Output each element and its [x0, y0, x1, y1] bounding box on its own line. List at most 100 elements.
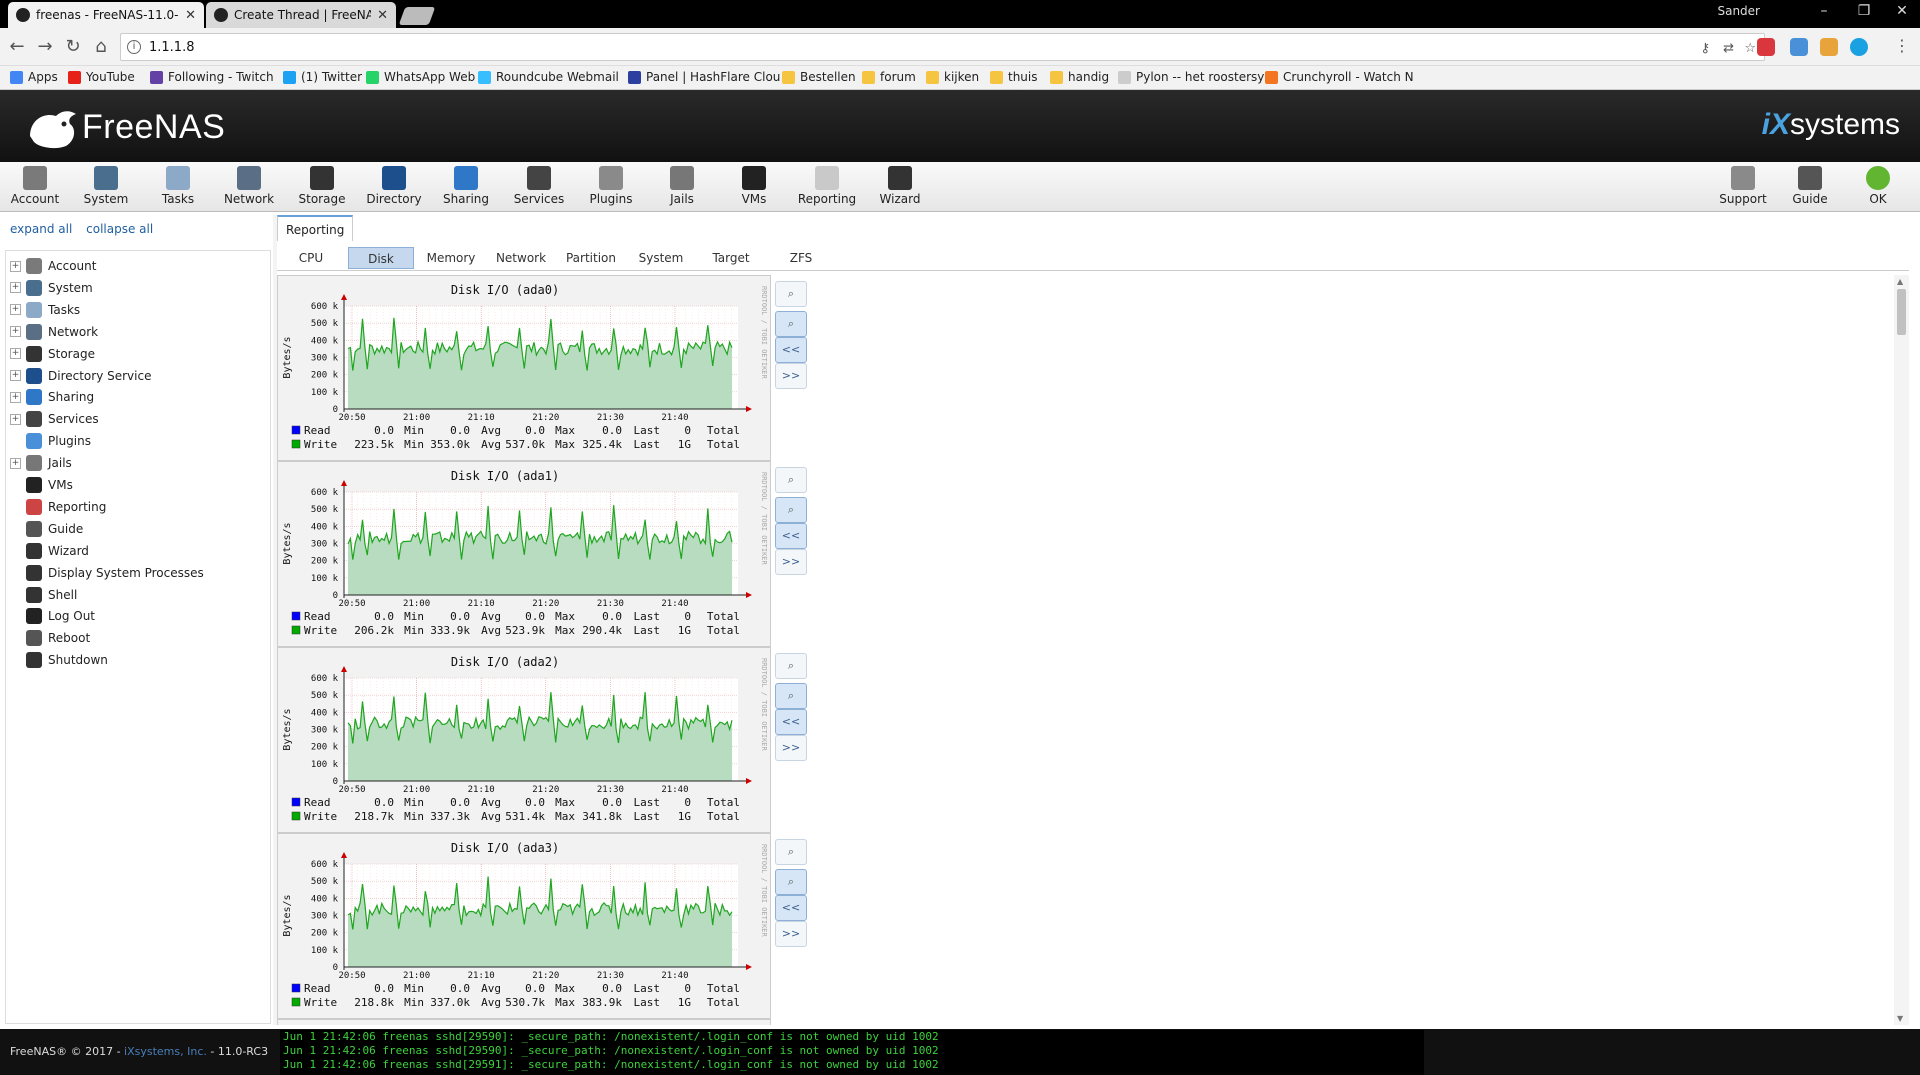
scroll-down-icon[interactable]: ▼ [1897, 1014, 1903, 1023]
tree-item-display-system-processes[interactable]: Display System Processes [10, 563, 204, 583]
expand-icon[interactable]: + [10, 348, 21, 360]
zoom-out-button[interactable]: ⌕ [775, 311, 807, 337]
new-tab-button[interactable] [398, 7, 436, 25]
home-icon[interactable]: ⌂ [90, 36, 112, 57]
tree-item-jails[interactable]: + Jails [10, 453, 72, 473]
bookmark-item[interactable]: forum [862, 70, 916, 84]
zoom-in-button[interactable]: ⌕ [775, 281, 807, 307]
extension-icon[interactable] [1820, 38, 1838, 56]
skype-icon[interactable] [1850, 38, 1868, 56]
toolbar-network[interactable]: Network [216, 166, 282, 206]
forward-button[interactable]: >> [775, 921, 807, 947]
bookmark-star-icon[interactable]: ☆ [1744, 41, 1756, 56]
forward-button[interactable]: >> [775, 363, 807, 389]
expand-icon[interactable]: + [10, 326, 21, 338]
tree-item-account[interactable]: + Account [10, 256, 96, 276]
back-button[interactable]: << [775, 337, 807, 363]
zoom-in-button[interactable]: ⌕ [775, 653, 807, 679]
tree-item-tasks[interactable]: + Tasks [10, 300, 80, 320]
tab-zfs[interactable]: ZFS [768, 247, 834, 269]
bookmark-item[interactable]: Crunchyroll - Watch N [1265, 70, 1414, 84]
bookmark-item[interactable]: Pylon -- het roostersy [1118, 70, 1264, 84]
bookmark-item[interactable]: Apps [10, 70, 58, 84]
bookmark-item[interactable]: WhatsApp Web [366, 70, 475, 84]
tab-network[interactable]: Network [488, 247, 554, 269]
tree-item-guide[interactable]: Guide [10, 519, 83, 539]
tree-item-network[interactable]: + Network [10, 322, 98, 342]
url-text[interactable]: 1.1.1.8 [149, 40, 194, 55]
toolbar-plugins[interactable]: Plugins [578, 166, 644, 206]
zoom-in-button[interactable]: ⌕ [775, 839, 807, 865]
close-icon[interactable]: ✕ [185, 8, 196, 23]
collapse-all-link[interactable]: collapse all [86, 222, 153, 236]
info-icon[interactable]: i [127, 40, 141, 54]
tree-item-services[interactable]: + Services [10, 409, 99, 429]
forward-button[interactable]: >> [775, 735, 807, 761]
tree-item-shell[interactable]: Shell [10, 585, 77, 605]
toolbar-support[interactable]: Support [1710, 166, 1776, 206]
tree-item-wizard[interactable]: Wizard [10, 541, 89, 561]
tab-disk[interactable]: Disk [348, 247, 414, 269]
zoom-in-button[interactable]: ⌕ [775, 467, 807, 493]
profile-name[interactable]: Sander [1717, 4, 1760, 18]
bookmark-item[interactable]: kijken [926, 70, 979, 84]
toolbar-directory[interactable]: Directory [361, 166, 427, 206]
zoom-out-button[interactable]: ⌕ [775, 869, 807, 895]
key-icon[interactable]: ⚷ [1700, 41, 1710, 56]
back-button[interactable]: << [775, 709, 807, 735]
tree-item-reboot[interactable]: Reboot [10, 628, 90, 648]
restore-icon[interactable]: ❐ [1854, 3, 1874, 19]
close-icon[interactable]: ✕ [377, 8, 388, 23]
toolbar-sharing[interactable]: Sharing [433, 166, 499, 206]
reload-icon[interactable]: ↻ [62, 36, 84, 57]
forward-icon[interactable]: → [34, 36, 56, 57]
scroll-up-icon[interactable]: ▲ [1897, 277, 1903, 286]
translate-icon[interactable]: ⇄ [1723, 41, 1734, 56]
bookmark-item[interactable]: Panel | HashFlare Clou [628, 70, 780, 84]
tab-cpu[interactable]: CPU [278, 247, 344, 269]
back-icon[interactable]: ← [6, 36, 28, 57]
tree-item-shutdown[interactable]: Shutdown [10, 650, 108, 670]
toolbar-services[interactable]: Services [506, 166, 572, 206]
expand-icon[interactable]: + [10, 457, 21, 469]
tree-item-plugins[interactable]: Plugins [10, 431, 91, 451]
omnibox[interactable]: i 1.1.1.8 ⚷ ⇄ ☆ [120, 33, 1765, 61]
expand-icon[interactable]: + [10, 260, 21, 272]
tree-item-system[interactable]: + System [10, 278, 93, 298]
extension-icon[interactable] [1790, 38, 1808, 56]
toolbar-storage[interactable]: Storage [289, 166, 355, 206]
bookmark-item[interactable]: (1) Twitter [283, 70, 362, 84]
toolbar-account[interactable]: Account [2, 166, 68, 206]
vertical-scrollbar[interactable]: ▲ ▼ [1894, 275, 1909, 1025]
zoom-out-button[interactable]: ⌕ [775, 683, 807, 709]
bookmark-item[interactable]: Roundcube Webmail [478, 70, 619, 84]
back-button[interactable]: << [775, 895, 807, 921]
expand-all-link[interactable]: expand all [10, 222, 72, 236]
browser-tab-create-thread[interactable]: Create Thread | FreeNAS ✕ [206, 2, 396, 28]
browser-tab-freenas[interactable]: freenas - FreeNAS-11.0-R ✕ [8, 2, 204, 28]
menu-icon[interactable]: ⋮ [1894, 36, 1910, 55]
minimize-icon[interactable]: – [1814, 3, 1834, 19]
zoom-out-button[interactable]: ⌕ [775, 497, 807, 523]
expand-icon[interactable]: + [10, 391, 21, 403]
window-close-icon[interactable]: ✕ [1892, 3, 1912, 19]
toolbar-ok[interactable]: OK [1845, 166, 1911, 206]
tree-item-sharing[interactable]: + Sharing [10, 387, 94, 407]
adblock-icon[interactable] [1757, 38, 1775, 56]
back-button[interactable]: << [775, 523, 807, 549]
toolbar-tasks[interactable]: Tasks [145, 166, 211, 206]
tree-item-vms[interactable]: VMs [10, 475, 73, 495]
expand-icon[interactable]: + [10, 370, 21, 381]
expand-icon[interactable]: + [10, 413, 21, 425]
toolbar-reporting[interactable]: Reporting [794, 166, 860, 206]
expand-icon[interactable]: + [10, 282, 21, 294]
toolbar-wizard[interactable]: Wizard [867, 166, 933, 206]
bookmark-item[interactable]: handig [1050, 70, 1109, 84]
toolbar-system[interactable]: System [73, 166, 139, 206]
toolbar-guide[interactable]: Guide [1777, 166, 1843, 206]
expand-icon[interactable]: + [10, 304, 21, 316]
tab-memory[interactable]: Memory [418, 247, 484, 269]
forward-button[interactable]: >> [775, 549, 807, 575]
tree-item-storage[interactable]: + Storage [10, 344, 95, 364]
tab-reporting[interactable]: Reporting [277, 215, 354, 241]
